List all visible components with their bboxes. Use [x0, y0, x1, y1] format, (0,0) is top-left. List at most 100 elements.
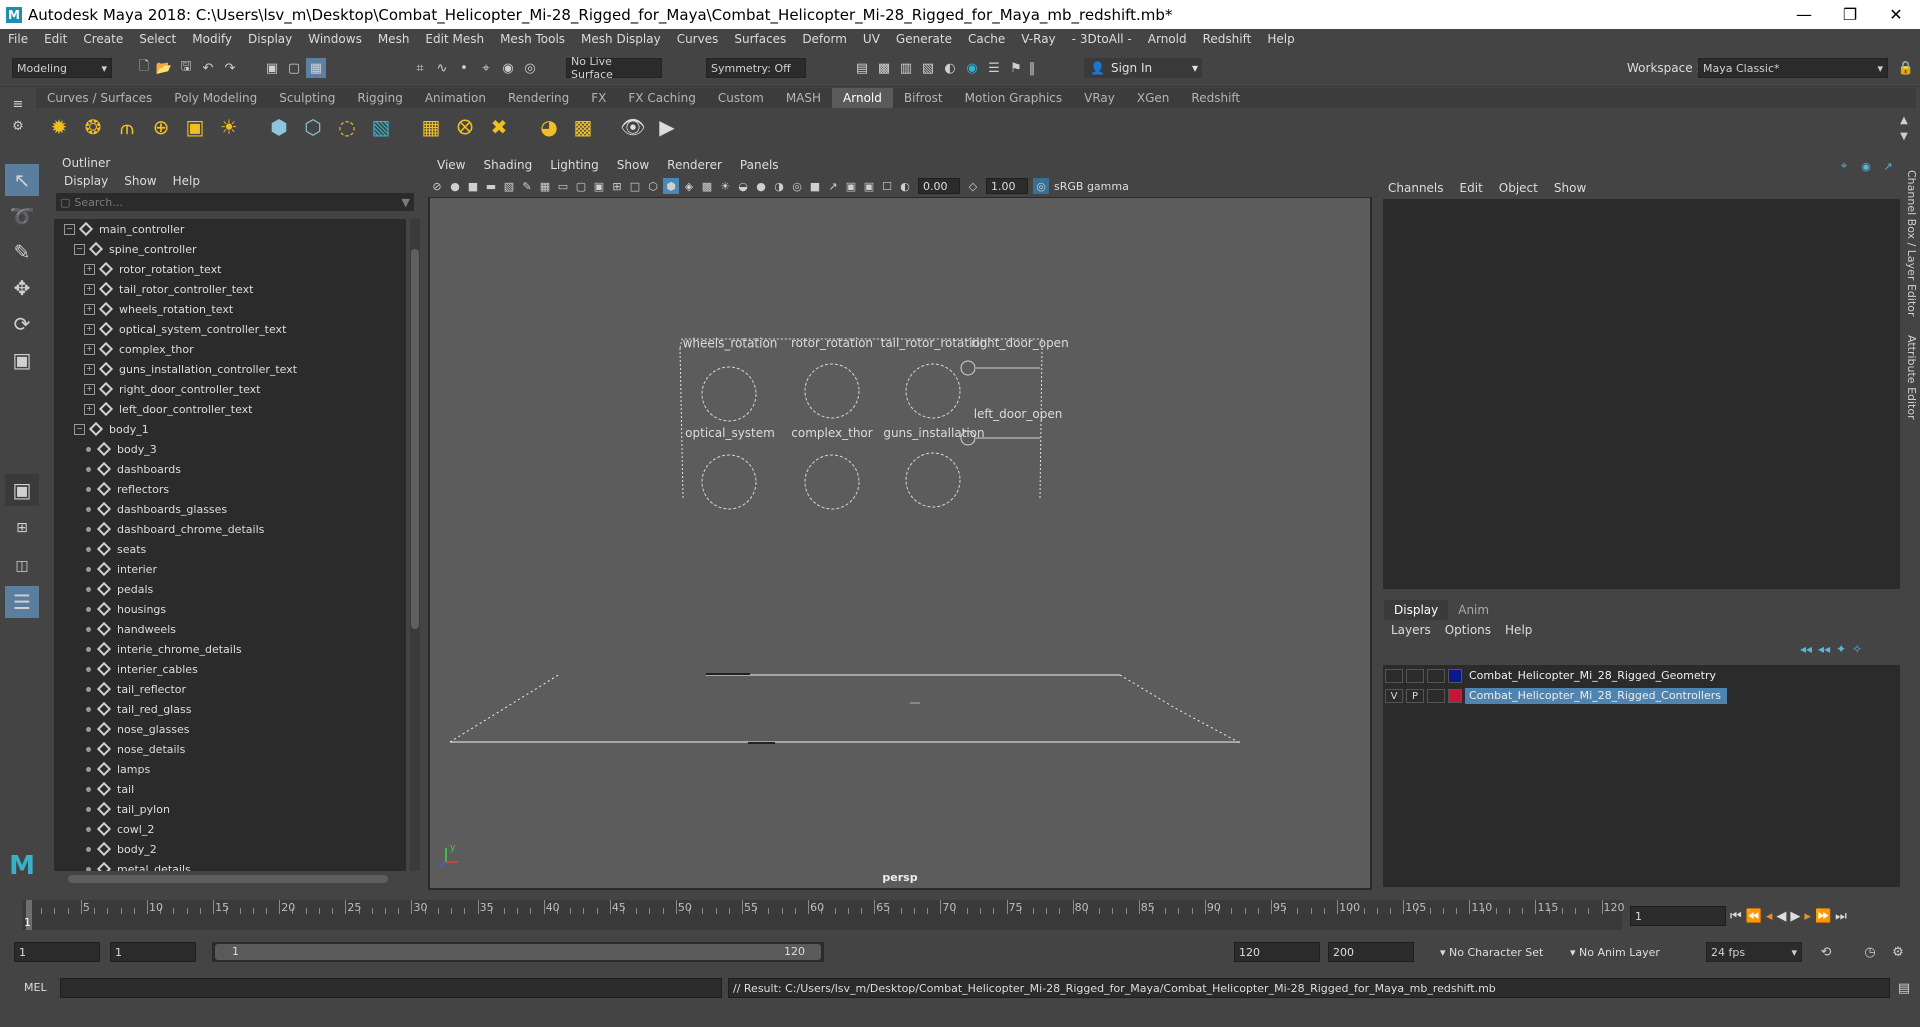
shelf-tab-bifrost[interactable]: Bifrost [893, 88, 954, 108]
go-to-start-icon[interactable]: ⏮ [1730, 909, 1742, 924]
expand-icon[interactable]: + [84, 383, 95, 395]
tool-settings-toggle-icon[interactable]: ↗ [1880, 158, 1896, 174]
menu-generate[interactable]: Generate [888, 32, 960, 46]
layer-playback-toggle[interactable]: P [1406, 689, 1424, 703]
curve-collector-icon[interactable]: ◌ [332, 112, 362, 142]
new-scene-icon[interactable]: 🗋 [134, 58, 154, 78]
shelf-tab-curves-surfaces[interactable]: Curves / Surfaces [36, 88, 163, 108]
leaf-dot-icon[interactable] [86, 606, 91, 612]
wireframe-on-shaded-icon[interactable]: ◈ [681, 178, 697, 194]
outliner-item[interactable]: interier_cables [54, 659, 406, 679]
skydome-light-icon[interactable]: ✹ [44, 112, 74, 142]
redshift-render-icon[interactable]: ☰ [984, 58, 1004, 78]
animation-start-field[interactable]: 1 [14, 942, 100, 962]
layer-name[interactable]: Combat_Helicopter_Mi_28_Rigged_Controlle… [1465, 688, 1727, 704]
channel-box-toggle-icon[interactable]: ⌖ [1836, 158, 1852, 174]
layer-color-swatch[interactable] [1448, 689, 1462, 703]
leaf-dot-icon[interactable] [86, 546, 91, 552]
leaf-dot-icon[interactable] [86, 666, 91, 672]
outliner-item[interactable]: dashboard_chrome_details [54, 519, 406, 539]
shelf-menu-icon[interactable]: ≡ [8, 94, 28, 114]
leaf-dot-icon[interactable] [86, 726, 91, 732]
anti-aliasing-icon[interactable]: ◎ [789, 178, 805, 194]
save-scene-icon[interactable]: 🖫 [176, 58, 196, 78]
xray-active-icon[interactable]: ▣ [861, 178, 877, 194]
select-object-icon[interactable]: ▢ [284, 58, 304, 78]
gamma-icon[interactable]: ◇ [965, 178, 981, 194]
field-chart-icon[interactable]: ⊞ [609, 178, 625, 194]
two-d-pan-icon[interactable]: ▧ [501, 178, 517, 194]
arnold-render-icon[interactable]: ◉ [962, 58, 982, 78]
channel-menu-edit[interactable]: Edit [1452, 175, 1491, 201]
go-to-end-icon[interactable]: ⏭ [1835, 909, 1847, 924]
layer-visibility-toggle[interactable]: V [1385, 689, 1403, 703]
expand-icon[interactable]: + [84, 343, 95, 355]
menu-edit-mesh[interactable]: Edit Mesh [417, 32, 492, 46]
leaf-dot-icon[interactable] [86, 806, 91, 812]
step-back-icon[interactable]: ⏪ [1746, 909, 1762, 924]
close-icon[interactable]: ✕ [1873, 0, 1919, 29]
move-layer-down-icon[interactable]: ◂◂ [1818, 642, 1830, 656]
outliner-item[interactable]: dashboards [54, 459, 406, 479]
collapse-icon[interactable]: − [74, 423, 85, 435]
channel-menu-object[interactable]: Object [1491, 175, 1546, 201]
outliner-item[interactable]: pedals [54, 579, 406, 599]
channel-menu-show[interactable]: Show [1546, 175, 1594, 201]
thor-controller-circle[interactable] [804, 454, 860, 510]
menu-curves[interactable]: Curves [669, 32, 727, 46]
leaf-dot-icon[interactable] [86, 446, 91, 452]
maximize-icon[interactable]: ❐ [1827, 0, 1873, 29]
menu-file[interactable]: File [0, 32, 36, 46]
viewport-menu-view[interactable]: View [428, 158, 474, 172]
layer-visibility-toggle[interactable] [1385, 669, 1403, 683]
shelf-tab-animation[interactable]: Animation [414, 88, 497, 108]
menu-help[interactable]: Help [1259, 32, 1302, 46]
auto-key-icon[interactable]: ◷ [1860, 942, 1880, 962]
hypershade-icon[interactable]: ◐ [940, 58, 960, 78]
expand-icon[interactable]: + [84, 323, 95, 335]
four-view-icon[interactable]: ⊞ [5, 512, 39, 544]
shelf-tab-poly-modeling[interactable]: Poly Modeling [163, 88, 268, 108]
outliner-item[interactable]: − body_1 [54, 419, 406, 439]
outliner-item[interactable]: lamps [54, 759, 406, 779]
channel-menu-channels[interactable]: Channels [1380, 175, 1452, 201]
grid-icon[interactable]: ▦ [537, 178, 553, 194]
step-forward-icon[interactable]: ⏩ [1815, 909, 1831, 924]
isolate-select-icon[interactable]: ↗ [825, 178, 841, 194]
volume-icon[interactable]: ▧ [366, 112, 396, 142]
layer-type-toggle[interactable] [1427, 689, 1445, 703]
light-portal-icon[interactable]: ▣ [180, 112, 210, 142]
outliner-horizontal-scrollbar[interactable] [54, 874, 406, 884]
xray-joints-icon[interactable]: ☐ [879, 178, 895, 194]
color-management-icon[interactable]: ◎ [1033, 178, 1049, 194]
leaf-dot-icon[interactable] [86, 826, 91, 832]
layer-tab-anim[interactable]: Anim [1448, 600, 1499, 620]
symmetry-dropdown[interactable]: Symmetry: Off [706, 58, 806, 78]
playback-start-field[interactable]: 1 [110, 942, 196, 962]
menu-cache[interactable]: Cache [960, 32, 1013, 46]
menu-mesh[interactable]: Mesh [370, 32, 418, 46]
shelf-tab-vray[interactable]: VRay [1073, 88, 1126, 108]
wheels-controller-circle[interactable] [701, 366, 757, 422]
character-set-dropdown[interactable]: ▾ No Character Set [1440, 942, 1560, 962]
mesh-light-icon[interactable]: ⫙ [112, 112, 142, 142]
outliner-item[interactable]: interier [54, 559, 406, 579]
outliner-vertical-scrollbar[interactable] [410, 219, 420, 871]
menu-windows[interactable]: Windows [300, 32, 370, 46]
new-layer-selected-icon[interactable]: ✦ [1836, 642, 1846, 656]
outliner-menu-show[interactable]: Show [116, 174, 164, 188]
shelf-tab-motion-graphics[interactable]: Motion Graphics [954, 88, 1074, 108]
outliner-item[interactable]: tail_red_glass [54, 699, 406, 719]
redo-icon[interactable]: ↷ [220, 58, 240, 78]
leaf-dot-icon[interactable] [86, 646, 91, 652]
tail-rotor-controller-circle[interactable] [905, 363, 961, 419]
standin-icon[interactable]: ⬢ [264, 112, 294, 142]
play-forwards-icon[interactable]: ▶ [1790, 909, 1800, 924]
mel-input[interactable] [60, 978, 722, 998]
viewport-menu-show[interactable]: Show [608, 158, 658, 172]
expand-icon[interactable]: + [84, 303, 95, 315]
new-layer-icon[interactable]: ✧ [1852, 642, 1862, 656]
range-bar[interactable]: 1 120 [212, 942, 824, 962]
outliner-item[interactable]: housings [54, 599, 406, 619]
leaf-dot-icon[interactable] [86, 526, 91, 532]
